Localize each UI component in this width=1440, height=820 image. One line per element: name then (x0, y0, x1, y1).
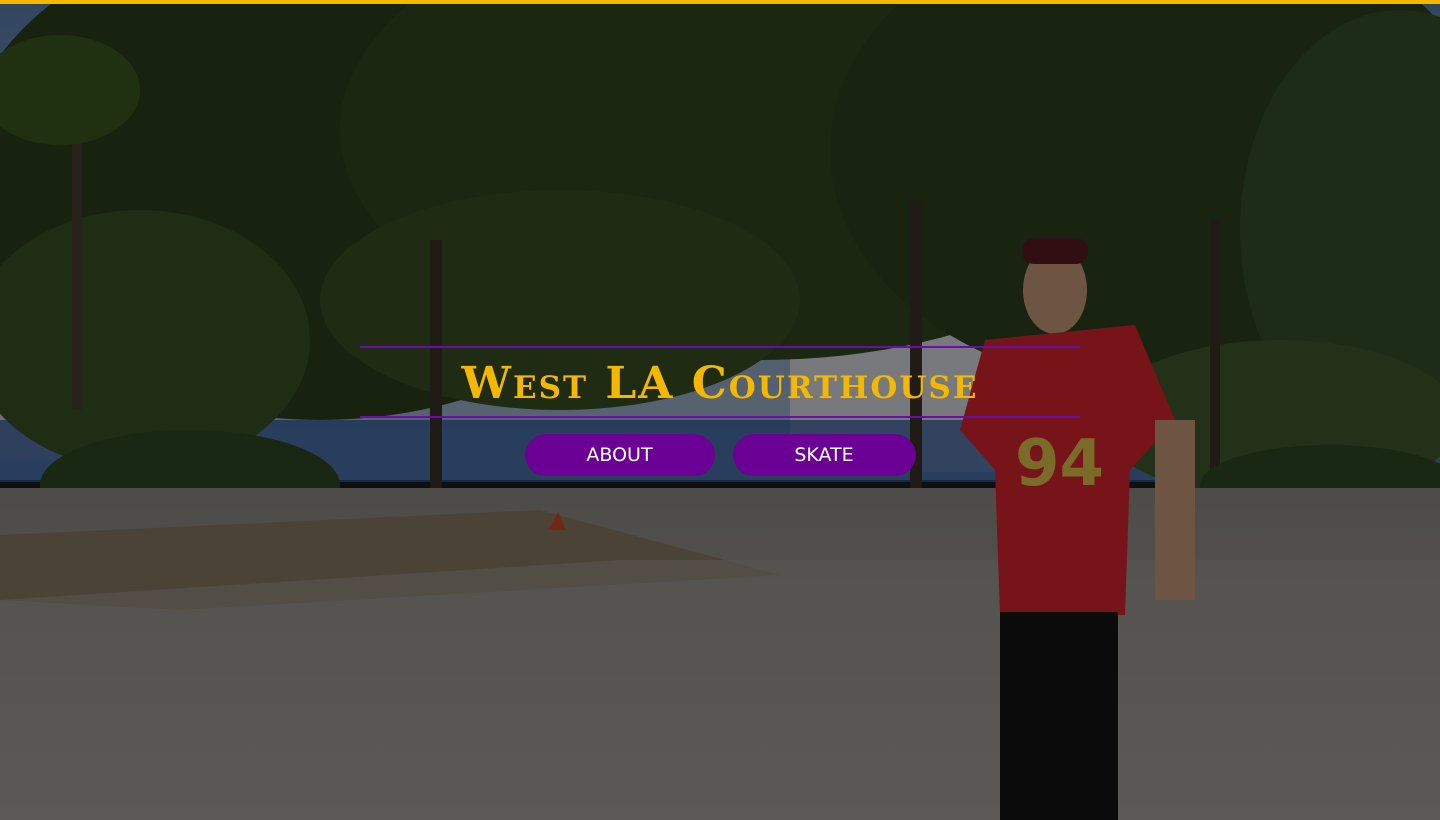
site-title: West LA Courthouse (461, 358, 979, 409)
main-nav: ABOUT SKATE (360, 434, 1080, 476)
skate-button[interactable]: SKATE (732, 434, 916, 476)
page: 94 West LA Courthouse ABOUT SKATE (0, 0, 1440, 820)
about-button[interactable]: ABOUT (524, 434, 715, 476)
title-bottom-rule (360, 416, 1080, 418)
hero-content: West LA Courthouse ABOUT SKATE (360, 346, 1080, 476)
top-accent-bar (0, 0, 1440, 4)
